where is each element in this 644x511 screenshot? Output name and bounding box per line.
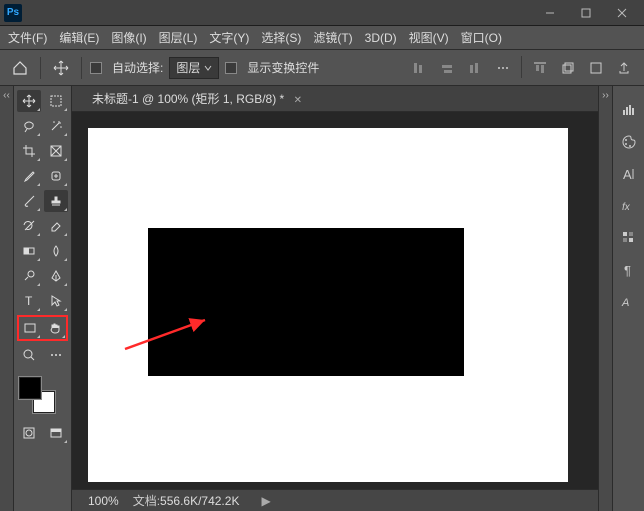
zoom-tool[interactable] [17, 344, 41, 366]
autoselect-checkbox[interactable] [90, 62, 102, 74]
hand-tool[interactable] [44, 317, 66, 339]
move-tool[interactable] [17, 90, 41, 112]
left-collapse-gutter[interactable]: ‹‹ [0, 86, 14, 511]
3d-mode-icon[interactable] [556, 56, 580, 80]
svg-text:A: A [621, 297, 629, 309]
menu-edit[interactable]: 编辑(E) [59, 29, 99, 46]
move-tool-icon[interactable] [49, 56, 73, 80]
history-brush-tool[interactable] [17, 215, 41, 237]
brush-tool[interactable] [17, 190, 41, 212]
edit-toolbar-button[interactable] [44, 344, 68, 366]
tools-panel: T [14, 86, 72, 511]
align-icon-3[interactable] [463, 56, 487, 80]
menu-filter[interactable]: 滤镜(T) [313, 29, 352, 46]
status-chevron-icon[interactable]: ▶ [261, 494, 270, 508]
chevron-down-icon [204, 64, 212, 72]
gradient-tool[interactable] [17, 240, 41, 262]
separator [40, 57, 41, 79]
separator [81, 57, 82, 79]
type-tool[interactable]: T [17, 290, 41, 312]
minimize-button[interactable] [532, 0, 568, 26]
healing-brush-tool[interactable] [44, 165, 68, 187]
lasso-tool[interactable] [17, 115, 41, 137]
menu-3d[interactable]: 3D(D) [365, 31, 397, 45]
panels-dock: A fx ¶ A [612, 86, 644, 511]
rectangle-shape[interactable] [148, 228, 464, 376]
rectangle-tool[interactable] [19, 317, 41, 339]
path-selection-tool[interactable] [44, 290, 68, 312]
title-bar: Ps [0, 0, 644, 26]
arrange-icon[interactable] [584, 56, 608, 80]
character-panel-icon[interactable]: A [619, 164, 639, 184]
document-tab-title: 未标题-1 @ 100% (矩形 1, RGB/8) * [92, 92, 284, 106]
dodge-tool[interactable] [17, 265, 41, 287]
app-logo-icon: Ps [4, 4, 22, 22]
menu-window[interactable]: 窗口(O) [461, 29, 502, 46]
align-top-icon[interactable] [528, 56, 552, 80]
crop-tool[interactable] [17, 140, 41, 162]
histogram-panel-icon[interactable] [619, 100, 639, 120]
close-button[interactable] [604, 0, 640, 26]
screenmode-tool[interactable] [44, 422, 68, 444]
styles-panel-icon[interactable]: fx [619, 196, 639, 216]
autoselect-label: 自动选择: [112, 59, 163, 76]
swatches-panel-icon[interactable] [619, 228, 639, 248]
autoselect-dropdown[interactable]: 图层 [169, 57, 219, 79]
document-tab[interactable]: 未标题-1 @ 100% (矩形 1, RGB/8) * ✕ [84, 86, 310, 111]
menu-file[interactable]: 文件(F) [8, 29, 47, 46]
docsize-label: 文档: [133, 494, 160, 508]
foreground-color-swatch[interactable] [19, 377, 41, 399]
home-icon[interactable] [8, 56, 32, 80]
eyedropper-tool[interactable] [17, 165, 41, 187]
blur-tool[interactable] [44, 240, 68, 262]
menu-layer[interactable]: 图层(L) [159, 29, 198, 46]
dropdown-value: 图层 [176, 59, 200, 76]
menu-view[interactable]: 视图(V) [409, 29, 449, 46]
svg-text:¶: ¶ [624, 263, 631, 278]
paragraph-panel-icon[interactable]: ¶ [619, 260, 639, 280]
align-icon-1[interactable] [407, 56, 431, 80]
marquee-tool[interactable] [44, 90, 68, 112]
docsize-value: 556.6K/742.2K [160, 494, 239, 508]
svg-text:fx: fx [622, 202, 631, 213]
right-collapse-gutter[interactable]: ›› [598, 86, 612, 511]
glyphs-panel-icon[interactable]: A [619, 292, 639, 312]
document-tab-bar: 未标题-1 @ 100% (矩形 1, RGB/8) * ✕ [72, 86, 598, 112]
align-icon-2[interactable] [435, 56, 459, 80]
chevron-left-icon: ‹‹ [3, 90, 10, 101]
canvas[interactable] [88, 128, 568, 482]
stamp-tool[interactable] [44, 190, 68, 212]
tab-close-icon[interactable]: ✕ [294, 95, 302, 106]
chevron-right-icon: ›› [602, 90, 609, 101]
svg-text:A: A [623, 167, 632, 182]
separator [521, 56, 522, 78]
canvas-area[interactable] [72, 112, 598, 489]
menu-select[interactable]: 选择(S) [261, 29, 301, 46]
transform-label: 显示变换控件 [247, 59, 319, 76]
svg-text:T: T [25, 294, 33, 308]
frame-tool[interactable] [44, 140, 68, 162]
menu-bar: 文件(F) 编辑(E) 图像(I) 图层(L) 文字(Y) 选择(S) 滤镜(T… [0, 26, 644, 50]
menu-image[interactable]: 图像(I) [111, 29, 146, 46]
status-bar: 100% 文档:556.6K/742.2K ▶ [72, 489, 598, 511]
color-panel-icon[interactable] [619, 132, 639, 152]
options-bar: 自动选择: 图层 显示变换控件 [0, 50, 644, 86]
maximize-button[interactable] [568, 0, 604, 26]
zoom-level[interactable]: 100% [88, 494, 119, 508]
menu-type[interactable]: 文字(Y) [209, 29, 249, 46]
pen-tool[interactable] [44, 265, 68, 287]
quickmask-tool[interactable] [17, 422, 41, 444]
transform-checkbox[interactable] [225, 62, 237, 74]
shape-tool-highlight [17, 315, 68, 341]
eraser-tool[interactable] [44, 215, 68, 237]
color-swatches[interactable] [17, 375, 57, 415]
magic-wand-tool[interactable] [44, 115, 68, 137]
more-icon[interactable] [491, 56, 515, 80]
share-icon[interactable] [612, 56, 636, 80]
